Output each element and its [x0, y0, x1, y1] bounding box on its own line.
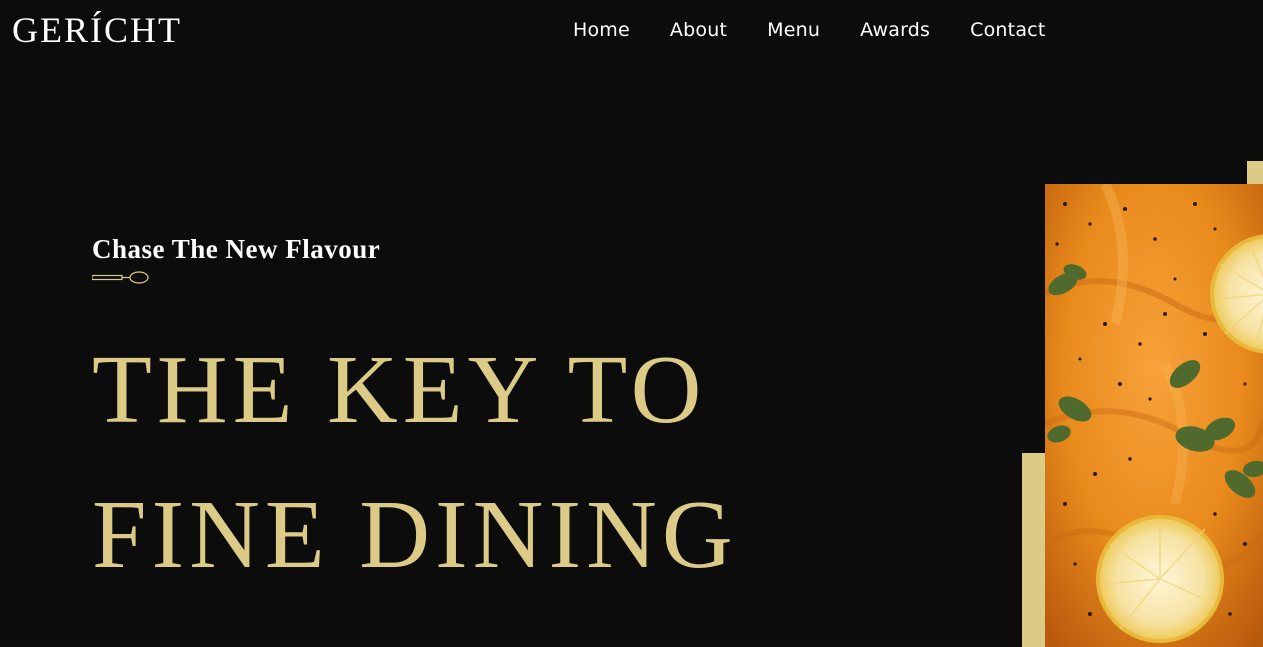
nav-item-awards[interactable]: Awards [860, 16, 930, 44]
hero-headline: THE KEY TO FINE DINING [92, 318, 738, 608]
headline-line-1: THE KEY TO [92, 336, 707, 444]
salmon-dish-image [1045, 184, 1263, 647]
nav-item-about[interactable]: About [670, 16, 727, 44]
hero-subtitle: Chase The New Flavour [92, 234, 381, 264]
brand-logo[interactable]: GERÍCHT [12, 8, 182, 52]
nav-item-menu[interactable]: Menu [767, 16, 820, 44]
spoon-icon [92, 271, 149, 284]
nav-item-home[interactable]: Home [573, 16, 630, 44]
nav-item-contact[interactable]: Contact [970, 16, 1045, 44]
headline-line-2: FINE DINING [92, 481, 738, 589]
navbar: GERÍCHT Home About Menu Awards Contact [0, 0, 1263, 60]
nav-links: Home About Menu Awards Contact [573, 16, 1045, 44]
